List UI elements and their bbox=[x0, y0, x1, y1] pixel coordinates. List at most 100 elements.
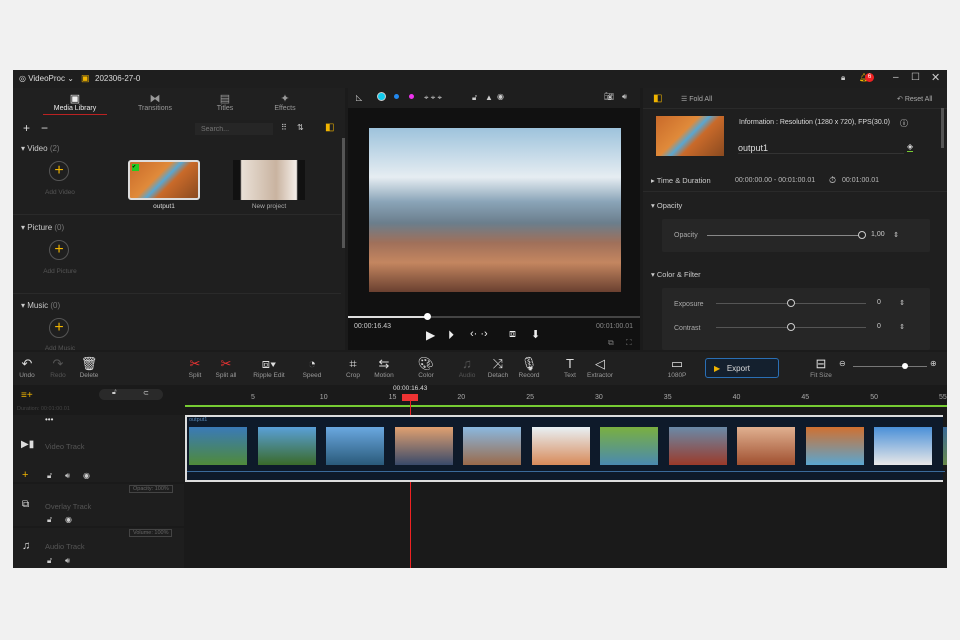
unlock-icon[interactable]: 🔓︎ bbox=[472, 93, 477, 103]
zoom-out-icon[interactable]: ⊖ bbox=[839, 359, 846, 368]
ruler-tick: 25 bbox=[526, 394, 534, 401]
video-thumbnail-output1[interactable]: ✔ bbox=[128, 160, 200, 200]
section-picture[interactable]: ▾ Picture (0) bbox=[21, 223, 64, 232]
tab-transitions[interactable]: ⧓ Transitions bbox=[125, 92, 185, 112]
mark-in-out-button[interactable]: ‹· ·› bbox=[470, 328, 488, 340]
total-time: 00:01:00.01 bbox=[596, 323, 633, 330]
reset-all-button[interactable]: ↶ Reset All bbox=[897, 95, 932, 103]
fit-size-button[interactable]: ⊟ Fit Size bbox=[801, 356, 841, 379]
color-magenta[interactable] bbox=[409, 94, 414, 99]
volume-icon[interactable]: 🔊︎ bbox=[622, 92, 627, 102]
timeline-zoom-slider[interactable] bbox=[853, 363, 927, 369]
eye-icon[interactable]: ◉ bbox=[65, 515, 72, 524]
more-icon[interactable]: ••• bbox=[45, 415, 53, 424]
maximize-button[interactable]: ☐ bbox=[911, 72, 920, 83]
add-track-icon[interactable]: ≡+ bbox=[21, 390, 33, 401]
opacity-slider[interactable] bbox=[707, 231, 866, 239]
panel-toggle-icon[interactable]: ◧ bbox=[325, 122, 334, 133]
add-music-button[interactable]: + bbox=[49, 318, 69, 338]
sort-icon[interactable]: ⇅ bbox=[297, 123, 304, 132]
fold-all-button[interactable]: ☰ Fold All bbox=[681, 95, 712, 103]
lock-all-icon[interactable]: 🔓︎ bbox=[112, 389, 117, 397]
contrast-input[interactable]: 0 ⇕ bbox=[873, 321, 909, 333]
clip-name-input[interactable]: output1 bbox=[738, 143, 904, 154]
extractor-button[interactable]: ◁ Extractor bbox=[580, 356, 620, 379]
remove-media-button[interactable]: − bbox=[41, 121, 48, 135]
add-icon[interactable]: + bbox=[22, 469, 28, 481]
add-media-button[interactable]: + bbox=[23, 121, 30, 135]
tab-effects[interactable]: ✦ Effects bbox=[255, 92, 315, 112]
volume-icon[interactable]: 🔊︎ bbox=[65, 471, 70, 481]
opacity-input[interactable]: 1,00 ⇕ bbox=[867, 229, 903, 241]
section-video[interactable]: ▾ Video (2) bbox=[21, 144, 60, 153]
section-opacity[interactable]: ▾ Opacity bbox=[651, 201, 682, 210]
zoom-in-icon[interactable]: ⊕ bbox=[930, 359, 937, 368]
opacity-badge[interactable]: Opacity: 100% bbox=[129, 485, 173, 493]
add-marker-button[interactable]: ⬇ bbox=[531, 328, 540, 341]
volume-badge[interactable]: Volume: 100% bbox=[129, 529, 173, 537]
library-scrollbar[interactable] bbox=[342, 138, 345, 248]
eye-icon[interactable]: ◉ bbox=[83, 471, 90, 480]
panel-toggle-icon[interactable]: ◧ bbox=[653, 93, 662, 104]
tab-titles[interactable]: ▤ Titles bbox=[195, 92, 255, 112]
search-input[interactable] bbox=[195, 123, 273, 135]
color-cyan[interactable] bbox=[377, 92, 386, 101]
lock-icon[interactable]: 🔓︎ bbox=[47, 556, 52, 566]
fill-color-icon[interactable]: ◈ bbox=[907, 142, 914, 152]
info-icon[interactable]: ⓘ bbox=[900, 118, 908, 129]
clip-frame bbox=[326, 427, 384, 465]
edit-toolbar: ↶ Undo ↷ Redo 🗑︎ Delete ✂ Split ✂ Split all ⧈… bbox=[13, 352, 947, 385]
exposure-slider[interactable] bbox=[716, 299, 866, 307]
lock-icon[interactable]: 🔓︎ bbox=[47, 515, 52, 525]
clip-frame bbox=[942, 427, 947, 465]
contrast-label: Contrast bbox=[674, 325, 701, 332]
ruler-tick: 10 bbox=[319, 394, 328, 401]
volume-icon[interactable]: 🔊︎ bbox=[65, 556, 70, 566]
lock-icon[interactable]: 🔒︎ bbox=[841, 73, 845, 83]
grid-view-icon[interactable]: ⠿ bbox=[281, 123, 287, 132]
section-music[interactable]: ▾ Music (0) bbox=[21, 301, 60, 310]
section-color-filter[interactable]: ▾ Color & Filter bbox=[651, 270, 701, 279]
ripple-edit-button[interactable]: ⧈▾ Ripple Edit bbox=[249, 356, 289, 379]
audio-track-header: Volume: 100% ♫ Audio Track 🔓︎ 🔊︎ bbox=[13, 528, 184, 568]
video-thumbnail-new-project[interactable] bbox=[233, 160, 305, 200]
record-button[interactable]: 🎙︎ Record bbox=[509, 356, 549, 379]
delete-button[interactable]: 🗑︎ Delete bbox=[69, 356, 109, 379]
lock-icon[interactable]: 🔓︎ bbox=[47, 471, 52, 481]
exposure-input[interactable]: 0 ⇕ bbox=[873, 297, 909, 309]
eye-icon[interactable]: ◉ bbox=[497, 92, 504, 101]
close-button[interactable]: ✕ bbox=[931, 71, 940, 84]
contrast-slider[interactable] bbox=[716, 323, 866, 331]
tab-media-library[interactable]: ▣ Media Library bbox=[43, 92, 107, 115]
resolution-button[interactable]: ▭ 1080P bbox=[657, 356, 697, 379]
save-icon[interactable]: ▣ bbox=[81, 73, 90, 84]
color-blue[interactable] bbox=[394, 94, 399, 99]
ruler-icon[interactable]: ◺ bbox=[356, 93, 362, 102]
color-button[interactable]: 🎨︎ Color bbox=[406, 356, 446, 379]
split-all-button[interactable]: ✂ Split all bbox=[206, 356, 246, 379]
time-range: 00:00:00.00 - 00:01:00.01 bbox=[735, 177, 816, 184]
add-video-button[interactable]: + bbox=[49, 161, 69, 181]
select-icon[interactable]: ⌖ ⌖ ⌖ bbox=[424, 93, 442, 103]
inspector-scrollbar[interactable] bbox=[941, 108, 944, 148]
preview-scrubber[interactable] bbox=[348, 313, 640, 320]
align-icon[interactable]: ▲ bbox=[485, 93, 493, 102]
fullscreen-icon[interactable]: ⛶ bbox=[626, 338, 632, 348]
minimize-button[interactable]: – bbox=[893, 72, 899, 83]
play-button[interactable]: ▶ bbox=[426, 328, 435, 342]
motion-button[interactable]: ⇆ Motion bbox=[364, 356, 404, 379]
speed-button[interactable]: ◔ Speed bbox=[292, 356, 332, 379]
video-clip[interactable]: output1 bbox=[185, 415, 947, 482]
ruler-tick: 15 bbox=[388, 394, 397, 401]
magnet-icon[interactable]: ⊂ bbox=[143, 389, 149, 397]
section-time-duration[interactable]: ▸ Time & Duration bbox=[651, 176, 711, 185]
snapshot-icon[interactable]: 📷︎ bbox=[604, 92, 614, 101]
add-picture-button[interactable]: + bbox=[49, 240, 69, 260]
app-menu[interactable]: ◎ VideoProc ⌄ bbox=[19, 74, 74, 83]
pip-icon[interactable]: ⧉ bbox=[608, 338, 614, 348]
duration: Duration: 00:01:00.01 bbox=[17, 406, 70, 412]
play-frame-button[interactable]: ⏵ bbox=[448, 328, 454, 343]
crop-frame-button[interactable]: ⧈ bbox=[509, 328, 516, 341]
clip-info: Information : Resolution (1280 x 720), F… bbox=[739, 119, 890, 126]
export-button[interactable]: ▶ Export bbox=[705, 358, 779, 378]
